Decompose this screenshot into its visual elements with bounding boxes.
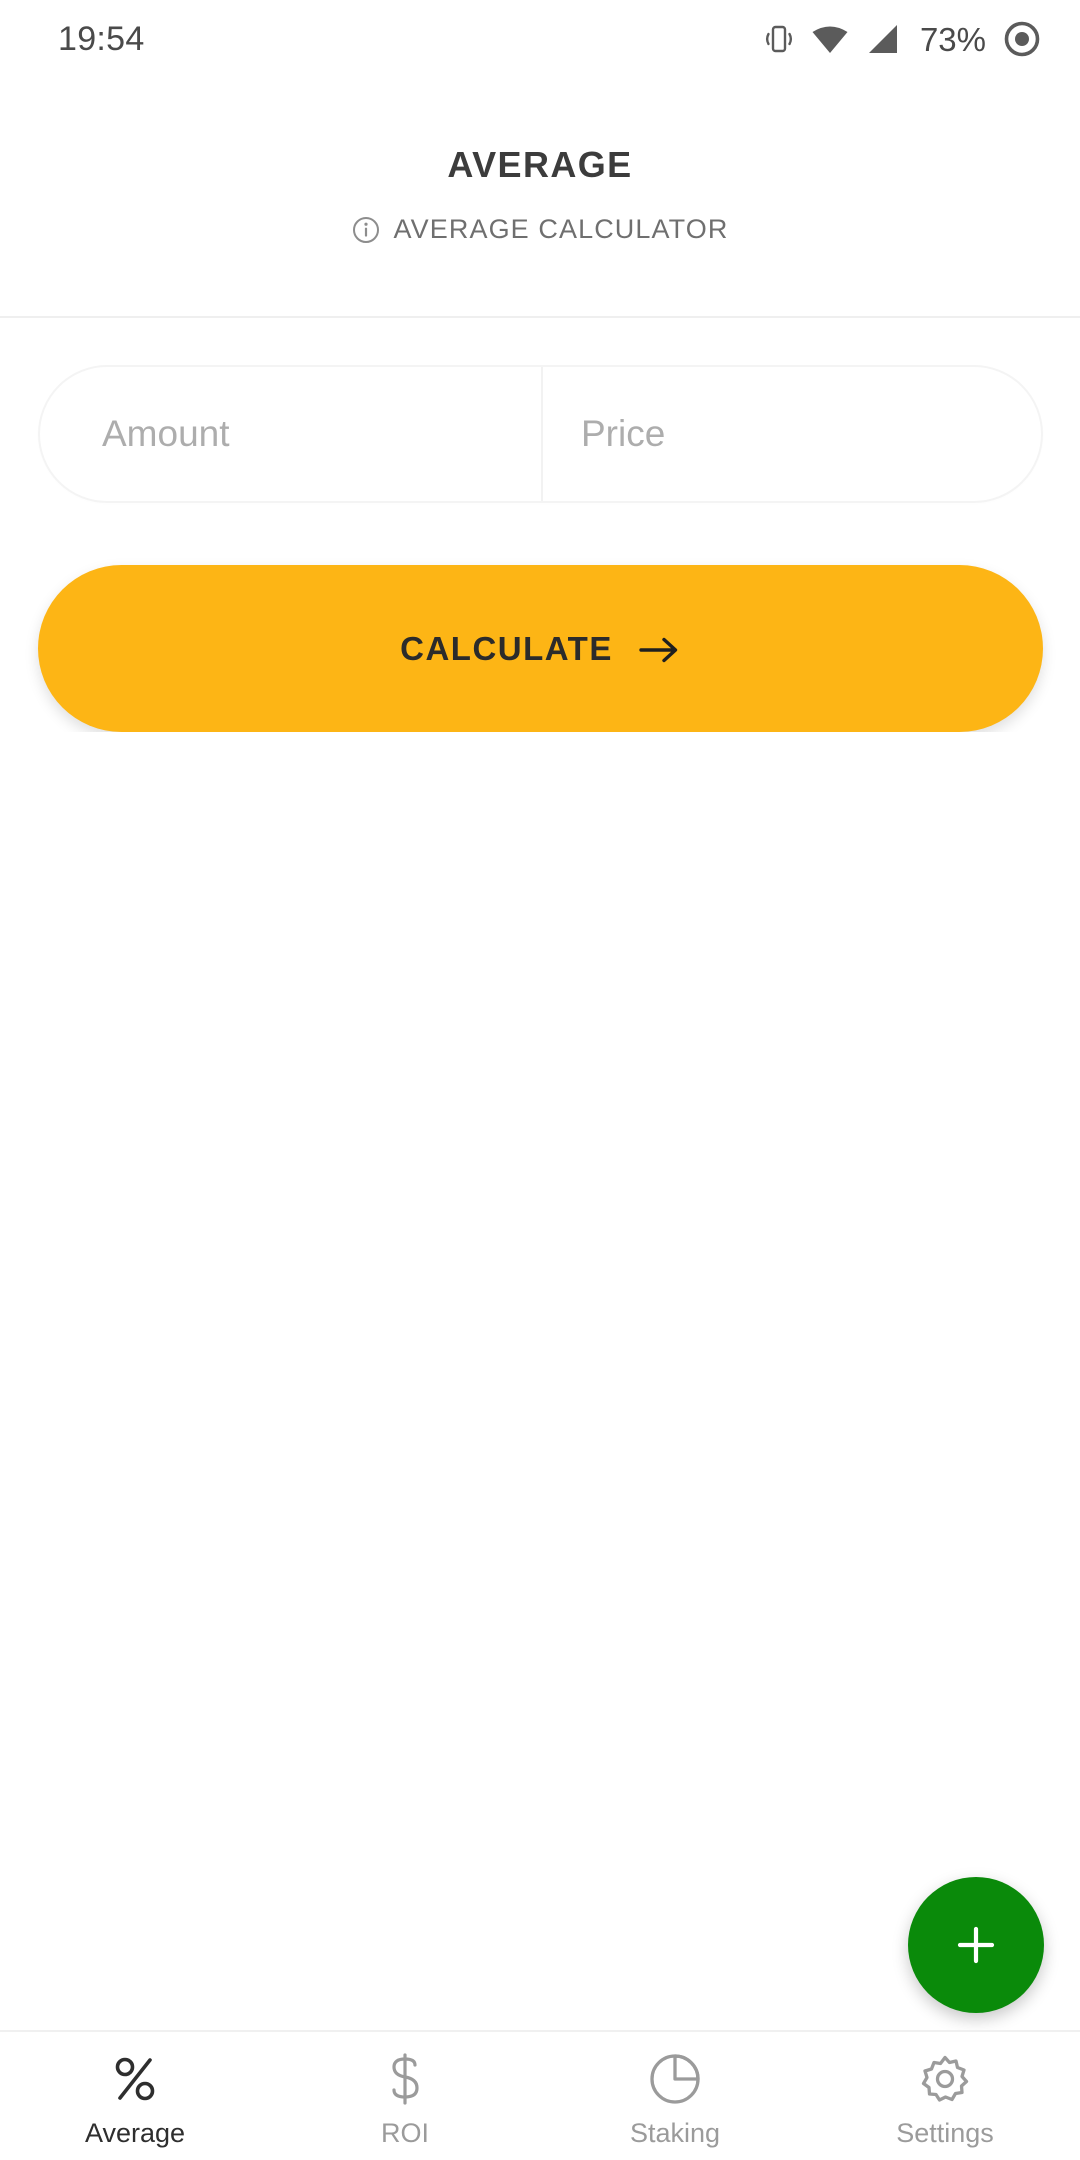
page-subtitle-row[interactable]: AVERAGE CALCULATOR <box>352 214 729 245</box>
nav-tab-label: ROI <box>380 2117 429 2148</box>
amount-input[interactable] <box>102 413 541 455</box>
bottom-navigation: Average ROI Staking Settings <box>0 2030 1080 2160</box>
status-bar: 19:54 73% <box>0 0 1080 78</box>
nav-tab-average[interactable]: Average <box>0 2032 270 2160</box>
amount-field-cell[interactable] <box>40 367 543 501</box>
nav-tab-staking[interactable]: Staking <box>540 2032 810 2160</box>
plus-icon <box>957 1926 995 1964</box>
wifi-icon <box>812 26 848 53</box>
calculate-button[interactable]: CALCULATE <box>38 565 1043 732</box>
arrow-right-icon <box>639 637 678 662</box>
nav-tab-label: Average <box>84 2117 186 2148</box>
inputs-container <box>38 365 1043 503</box>
status-bar-clock: 19:54 <box>58 20 145 58</box>
percent-icon <box>115 2057 155 2100</box>
dollar-icon <box>392 2052 419 2105</box>
app-screen: 19:54 73% AVERAGE AVERAGE CALCULATOR Amo… <box>0 0 1080 2160</box>
price-field-cell[interactable] <box>543 367 1041 501</box>
nav-tab-label: Settings <box>896 2117 994 2148</box>
nav-tab-roi[interactable]: ROI <box>270 2032 540 2160</box>
page-header: AVERAGE AVERAGE CALCULATOR <box>0 78 1080 318</box>
calculate-button-label: CALCULATE <box>400 629 613 667</box>
battery-icon <box>1004 21 1040 57</box>
page-title: AVERAGE <box>447 144 633 185</box>
results-area <box>0 732 1080 2032</box>
pie-chart-icon <box>650 2053 700 2104</box>
nav-tab-label: Staking <box>629 2117 721 2148</box>
cellular-signal-icon <box>868 25 897 53</box>
nav-tab-settings[interactable]: Settings <box>810 2032 1080 2160</box>
price-input[interactable] <box>581 413 1041 455</box>
gear-icon <box>921 2055 969 2102</box>
page-subtitle: AVERAGE CALCULATOR <box>393 214 729 244</box>
info-icon[interactable] <box>352 216 380 244</box>
status-bar-icons: 73% <box>764 21 1040 57</box>
battery-percent-label: 73% <box>919 20 986 58</box>
vibrate-icon <box>765 25 792 53</box>
add-entry-fab[interactable] <box>908 1877 1044 2013</box>
